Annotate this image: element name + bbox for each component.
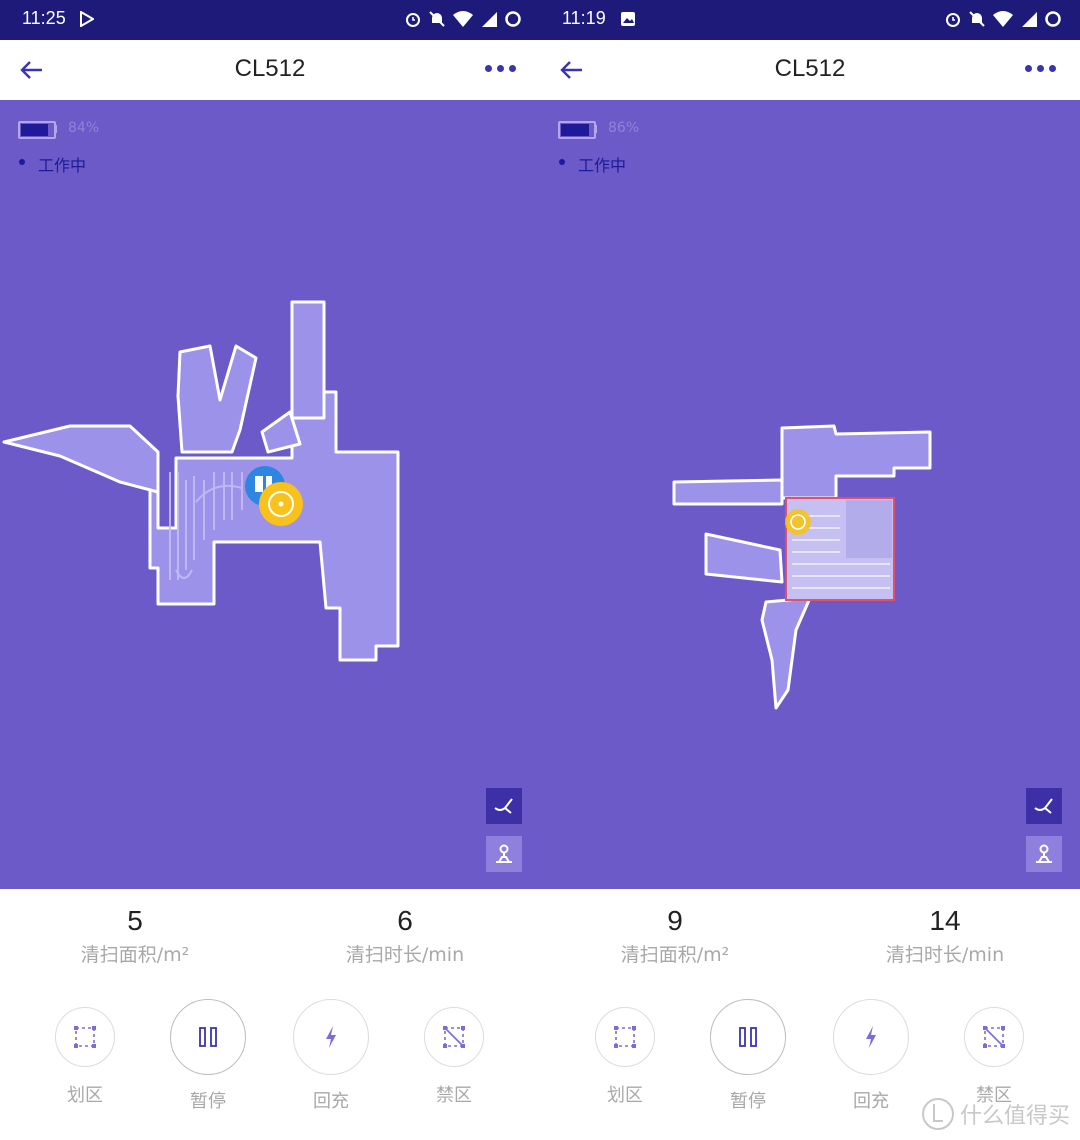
robot-icon <box>785 509 811 535</box>
edit-map-icon <box>1034 798 1053 814</box>
app-header: CL512 <box>0 40 540 100</box>
pause-icon <box>199 1027 217 1047</box>
zone-button[interactable]: 划区 <box>35 995 135 1107</box>
pause-button-label: 暂停 <box>730 1091 766 1112</box>
location-pin-icon <box>1036 844 1052 863</box>
status-time: 11:25 <box>22 8 66 28</box>
status-icons <box>404 10 522 28</box>
mute-icon <box>429 11 445 27</box>
watermark-logo-icon <box>921 1098 954 1130</box>
stat-duration-value: 14 <box>929 905 961 936</box>
map-upper-wedge <box>176 344 258 454</box>
edit-map-button[interactable] <box>486 788 522 824</box>
cleaning-stats: 9 清扫面积/m² 14 清扫时长/min <box>540 889 1080 989</box>
floor-map <box>2 300 400 662</box>
stat-area-value: 5 <box>127 905 143 936</box>
signal-icon <box>482 12 497 27</box>
more-options-button[interactable] <box>1025 65 1056 72</box>
status-time: 11:19 <box>562 8 606 28</box>
stat-duration-label: 清扫时长/min <box>345 944 465 966</box>
phone-screen-right: 11:19 CL512 86% 工作中 9 清扫面积/m² 14 清扫时长/mi… <box>540 0 1080 1140</box>
status-bar: 11:25 <box>0 0 540 40</box>
stat-area-value: 9 <box>667 905 683 936</box>
stat-duration-label: 清扫时长/min <box>885 944 1005 966</box>
forbidden-zone-icon <box>443 1026 465 1048</box>
zone-button-label: 划区 <box>607 1085 643 1106</box>
battery-status-icon <box>1045 11 1061 27</box>
cleaning-map[interactable]: 84% 工作中 <box>0 100 540 889</box>
stat-area-label: 清扫面积/m² <box>80 944 190 966</box>
pause-button[interactable]: 暂停 <box>158 995 258 1113</box>
robot-icon <box>259 482 303 526</box>
pause-icon <box>739 1027 757 1047</box>
mute-icon <box>969 11 985 27</box>
watermark: 什么值得买 <box>921 1098 1070 1130</box>
control-bar: 划区 暂停 回充 禁区 <box>0 995 540 1140</box>
locate-robot-button[interactable] <box>1026 836 1062 872</box>
play-store-icon <box>80 11 94 27</box>
cleaning-map[interactable]: 86% 工作中 <box>540 100 1080 889</box>
locate-robot-button[interactable] <box>486 836 522 872</box>
status-icons <box>944 10 1062 28</box>
floor-map <box>672 424 932 710</box>
stat-duration-value: 6 <box>397 905 413 936</box>
cleaning-stats: 5 清扫面积/m² 6 清扫时长/min <box>0 889 540 989</box>
wifi-icon <box>993 11 1013 27</box>
more-options-button[interactable] <box>485 65 516 72</box>
stat-duration: 6 清扫时长/min <box>270 904 540 967</box>
recharge-icon <box>326 1026 336 1048</box>
page-title: CL512 <box>234 55 306 82</box>
stat-area: 5 清扫面积/m² <box>0 904 270 967</box>
pause-button[interactable]: 暂停 <box>698 995 798 1113</box>
map-left-corridor <box>672 478 784 506</box>
recharge-button-label: 回充 <box>853 1091 889 1112</box>
alarm-icon <box>406 13 420 27</box>
zone-select-icon <box>74 1026 96 1048</box>
map-lower-tail <box>760 596 812 710</box>
forbidden-zone-button[interactable]: 禁区 <box>944 995 1044 1107</box>
edit-map-button[interactable] <box>1026 788 1062 824</box>
map-column-area <box>290 300 326 420</box>
page-title: CL512 <box>774 55 846 82</box>
forbidden-zone-button-label: 禁区 <box>436 1085 472 1106</box>
alarm-icon <box>946 13 960 27</box>
pause-button-label: 暂停 <box>190 1091 226 1112</box>
map-upper-area <box>780 424 932 500</box>
zone-button-label: 划区 <box>67 1085 103 1106</box>
zone-select-icon <box>614 1026 636 1048</box>
app-header: CL512 <box>540 40 1080 100</box>
map-left-wedge <box>704 532 784 584</box>
recharge-button[interactable]: 回充 <box>281 995 381 1113</box>
map-left-wing <box>2 424 160 494</box>
wifi-icon <box>453 11 473 27</box>
stat-duration: 14 清扫时长/min <box>810 904 1080 967</box>
zone-button[interactable]: 划区 <box>575 995 675 1107</box>
battery-status-icon <box>505 11 521 27</box>
recharge-button-label: 回充 <box>313 1091 349 1112</box>
stat-area-label: 清扫面积/m² <box>620 944 730 966</box>
forbidden-zone-icon <box>983 1026 1005 1048</box>
signal-icon <box>1022 12 1037 27</box>
watermark-text: 什么值得买 <box>959 1104 1070 1129</box>
recharge-button[interactable]: 回充 <box>821 995 921 1113</box>
edit-map-icon <box>494 798 513 814</box>
status-bar: 11:19 <box>540 0 1080 40</box>
recharge-icon <box>866 1026 876 1048</box>
image-notification-icon <box>621 12 635 26</box>
phone-screen-left: 11:25 CL512 84% 工作中 5 清扫面积/m² 6 清扫时长/min… <box>0 0 540 1140</box>
stat-area: 9 清扫面积/m² <box>540 904 810 967</box>
location-pin-icon <box>496 844 512 863</box>
forbidden-zone-button[interactable]: 禁区 <box>404 995 504 1107</box>
